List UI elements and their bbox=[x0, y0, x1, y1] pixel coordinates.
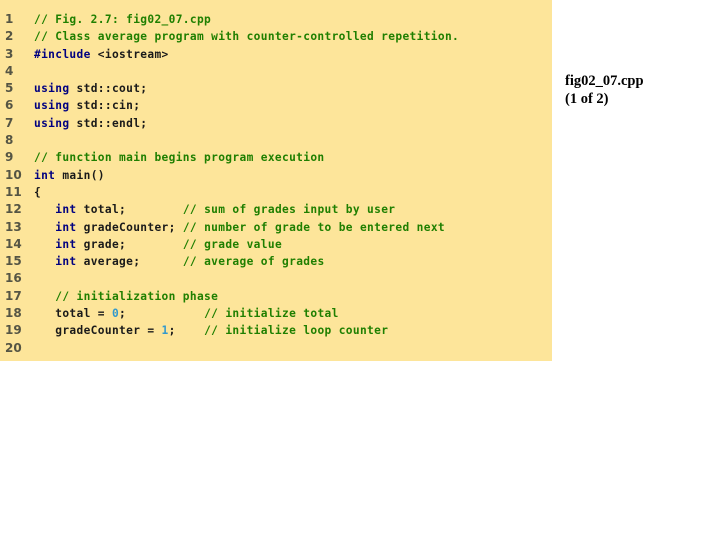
line-number: 16 bbox=[5, 271, 22, 286]
figure-filename: fig02_07.cpp bbox=[565, 73, 644, 89]
line-number: 8 bbox=[5, 133, 14, 148]
number-literal-token: 1 bbox=[161, 324, 169, 338]
line-code: int gradeCounter; // number of grade to … bbox=[34, 219, 445, 236]
line-number: 15 bbox=[5, 254, 22, 269]
line-code: #include <iostream> bbox=[34, 46, 169, 63]
identifier-token: std::cout; bbox=[69, 82, 148, 96]
line-code: gradeCounter = 1; // initialize loop cou… bbox=[34, 322, 388, 339]
line-code: int average; // average of grades bbox=[34, 253, 325, 270]
identifier-token: ; bbox=[119, 307, 205, 321]
identifier-token: ; bbox=[168, 324, 205, 338]
line-code: int main() bbox=[34, 167, 105, 184]
keyword-token: using bbox=[34, 99, 70, 113]
line-code: total = 0; // initialize total bbox=[34, 305, 339, 322]
line-code: // function main begins program executio… bbox=[34, 149, 325, 166]
number-literal-token: 0 bbox=[111, 307, 120, 321]
line-code: // initialization phase bbox=[34, 288, 218, 305]
keyword-token: using bbox=[34, 82, 70, 96]
identifier-token: std::endl; bbox=[69, 116, 148, 130]
keyword-token: int bbox=[55, 237, 77, 251]
line-code: using std::cout; bbox=[34, 80, 147, 97]
keyword-token: int bbox=[34, 168, 56, 182]
line-code: int grade; // grade value bbox=[34, 236, 282, 253]
comment-token: // function main begins program executio… bbox=[34, 151, 325, 165]
identifier-token bbox=[34, 290, 55, 303]
preprocessor-token: #include bbox=[34, 47, 91, 61]
line-code: using std::endl; bbox=[34, 115, 147, 132]
identifier-token: total; bbox=[76, 203, 183, 217]
identifier-token: grade; bbox=[76, 237, 183, 251]
line-number: 2 bbox=[5, 29, 14, 44]
keyword-token: int bbox=[55, 203, 77, 217]
line-code: // Fig. 2.7: fig02_07.cpp bbox=[34, 11, 211, 28]
line-number: 19 bbox=[5, 323, 22, 338]
line-number: 13 bbox=[5, 219, 22, 234]
line-number: 9 bbox=[5, 150, 14, 165]
identifier-token: gradeCounter; bbox=[76, 220, 183, 234]
comment-token: // initialize total bbox=[204, 307, 339, 321]
line-number: 1 bbox=[5, 12, 14, 26]
line-number: 12 bbox=[5, 202, 22, 217]
line-number: 5 bbox=[5, 81, 14, 96]
identifier-token bbox=[34, 238, 55, 251]
identifier-token bbox=[34, 255, 55, 268]
comment-token: // number of grade to be entered next bbox=[182, 220, 445, 234]
identifier-token bbox=[34, 203, 55, 216]
line-number: 17 bbox=[5, 288, 22, 303]
identifier-token: main() bbox=[55, 168, 105, 182]
comment-token: // grade value bbox=[182, 237, 283, 251]
keyword-token: int bbox=[55, 255, 77, 269]
line-number: 11 bbox=[5, 184, 22, 199]
keyword-token: int bbox=[55, 220, 77, 234]
identifier-token bbox=[34, 221, 55, 234]
line-number: 14 bbox=[5, 236, 22, 251]
line-number: 3 bbox=[5, 46, 14, 61]
line-number: 6 bbox=[5, 98, 14, 113]
line-number: 20 bbox=[5, 340, 22, 355]
line-code: // Class average program with counter-co… bbox=[34, 28, 459, 45]
identifier-token: average; bbox=[76, 255, 183, 269]
keyword-token: using bbox=[34, 116, 70, 130]
identifier-token: total = bbox=[34, 307, 112, 321]
comment-token: // Fig. 2.7: fig02_07.cpp bbox=[34, 13, 212, 26]
line-number: 10 bbox=[5, 167, 22, 182]
line-code: using std::cin; bbox=[34, 97, 140, 114]
comment-token: // Class average program with counter-co… bbox=[34, 30, 460, 44]
comment-token: // initialize loop counter bbox=[204, 324, 389, 338]
line-number: 18 bbox=[5, 306, 22, 321]
identifier-token: std::cin; bbox=[69, 99, 141, 113]
figure-caption: fig02_07.cpp (1 of 2) bbox=[565, 72, 644, 108]
line-code: int total; // sum of grades input by use… bbox=[34, 201, 395, 218]
line-number: 4 bbox=[5, 63, 14, 78]
code-listing-panel: 1 // Fig. 2.7: fig02_07.cpp 2 // Class aver… bbox=[0, 0, 552, 361]
identifier-token: gradeCounter = bbox=[34, 324, 162, 338]
line-number: 7 bbox=[5, 115, 14, 130]
line-code: { bbox=[34, 184, 41, 201]
identifier-token: { bbox=[34, 185, 42, 199]
comment-token: // initialization phase bbox=[55, 289, 219, 303]
identifier-token: <iostream> bbox=[90, 47, 169, 61]
figure-page-indicator: (1 of 2) bbox=[565, 91, 609, 107]
comment-token: // average of grades bbox=[182, 255, 325, 269]
comment-token: // sum of grades input by user bbox=[182, 203, 396, 217]
